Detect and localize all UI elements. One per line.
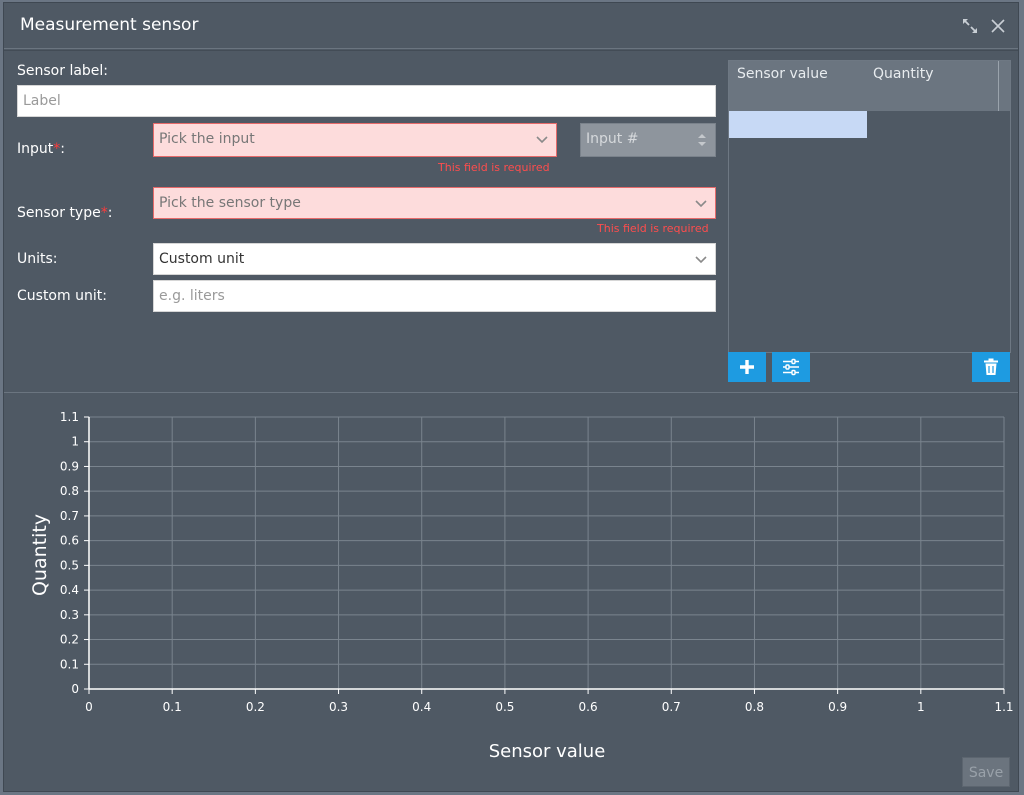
x-tick-label: 1 — [917, 700, 925, 714]
custom-unit-label: Custom unit: — [17, 288, 107, 304]
y-tick-label: 1.1 — [60, 410, 79, 424]
input-select[interactable]: Pick the input — [153, 123, 557, 157]
chevron-down-icon — [536, 136, 548, 144]
chevron-down-icon — [695, 256, 707, 264]
y-tick-label: 1 — [71, 435, 79, 449]
calibration-table: Sensor value Quantity — [728, 60, 1011, 353]
dialog-titlebar: Measurement sensor — [4, 3, 1018, 48]
x-axis-label: Sensor value — [489, 741, 606, 762]
x-tick-label: 0.3 — [329, 700, 348, 714]
x-tick-label: 0.1 — [163, 700, 182, 714]
dialog-title: Measurement sensor — [20, 15, 199, 35]
input-label-suffix: : — [60, 141, 65, 157]
y-tick-label: 0.6 — [60, 534, 79, 548]
input-number-stepper: Input # — [580, 123, 716, 157]
column-divider — [998, 61, 999, 111]
sensor-type-label: Sensor type*: — [17, 205, 112, 221]
x-tick-label: 0 — [85, 700, 93, 714]
x-tick-label: 0.7 — [662, 700, 681, 714]
y-tick-label: 0.1 — [60, 657, 79, 671]
maximize-icon[interactable] — [961, 17, 979, 35]
x-axis-ticks: 0 0.1 0.2 0.3 0.4 0.5 0.6 0.7 0.8 0.9 1 1.1 — [85, 689, 1014, 714]
calibration-chart: 0 0.1 0.2 0.3 0.4 0.5 0.6 0.7 0.8 0.9 1 1.1 0 0.1 0.2… — [29, 410, 1014, 762]
sensor-type-label-text: Sensor type — [17, 205, 101, 221]
title-separator-shadow — [4, 50, 1018, 51]
trash-icon — [984, 358, 998, 375]
table-header: Sensor value Quantity — [729, 61, 1010, 111]
chart-axes — [88, 417, 1004, 690]
y-tick-label: 0.3 — [60, 608, 79, 622]
required-mark: * — [100, 205, 108, 221]
units-select[interactable]: Custom unit — [153, 243, 716, 275]
y-axis-ticks: 0 0.1 0.2 0.3 0.4 0.5 0.6 0.7 0.8 0.9 1 1.1 — [60, 410, 89, 696]
section-separator — [4, 392, 1018, 393]
column-header-quantity[interactable]: Quantity — [873, 66, 934, 82]
plus-icon — [740, 360, 754, 374]
title-separator — [4, 48, 1018, 49]
y-tick-label: 0.7 — [60, 509, 79, 523]
y-tick-label: 0.9 — [60, 459, 79, 473]
save-button[interactable]: Save — [962, 757, 1010, 787]
x-tick-label: 0.4 — [412, 700, 431, 714]
chevron-down-icon — [695, 200, 707, 208]
y-tick-label: 0.8 — [60, 484, 79, 498]
units-label: Units: — [17, 251, 58, 267]
input-error-message: This field is required — [438, 161, 550, 174]
y-tick-label: 0.4 — [60, 583, 79, 597]
settings-button[interactable] — [772, 352, 810, 382]
y-tick-label: 0.2 — [60, 633, 79, 647]
sensor-label-input[interactable]: Label — [17, 85, 716, 117]
sensor-type-placeholder: Pick the sensor type — [159, 195, 301, 211]
x-tick-label: 0.8 — [745, 700, 764, 714]
x-tick-label: 0.6 — [579, 700, 598, 714]
x-tick-label: 1.1 — [994, 700, 1013, 714]
close-icon[interactable] — [989, 17, 1007, 35]
y-axis-label: Quantity — [29, 514, 51, 596]
stepper-arrows-icon — [698, 134, 706, 146]
x-tick-label: 0.9 — [828, 700, 847, 714]
sliders-icon — [783, 358, 799, 376]
input-label-text: Input — [17, 141, 54, 157]
sensor-type-error-message: This field is required — [597, 222, 709, 235]
custom-unit-input[interactable]: e.g. liters — [153, 280, 716, 312]
delete-row-button[interactable] — [972, 352, 1010, 382]
sensor-type-label-suffix: : — [107, 205, 113, 221]
chart-grid — [89, 416, 1005, 689]
input-number-placeholder: Input # — [586, 131, 639, 147]
column-header-sensor-value[interactable]: Sensor value — [737, 66, 828, 82]
y-tick-label: 0.5 — [60, 558, 79, 572]
sensor-type-select[interactable]: Pick the sensor type — [153, 187, 716, 219]
add-row-button[interactable] — [728, 352, 766, 382]
table-row[interactable] — [729, 111, 867, 138]
x-tick-label: 0.2 — [246, 700, 265, 714]
measurement-sensor-dialog: Measurement sensor Sensor label: Label I… — [3, 2, 1019, 792]
x-tick-label: 0.5 — [495, 700, 514, 714]
input-label: Input*: — [17, 141, 65, 157]
input-select-placeholder: Pick the input — [159, 131, 255, 147]
y-tick-label: 0 — [71, 682, 79, 696]
sensor-label-label: Sensor label: — [17, 63, 109, 79]
units-select-value: Custom unit — [159, 251, 245, 267]
